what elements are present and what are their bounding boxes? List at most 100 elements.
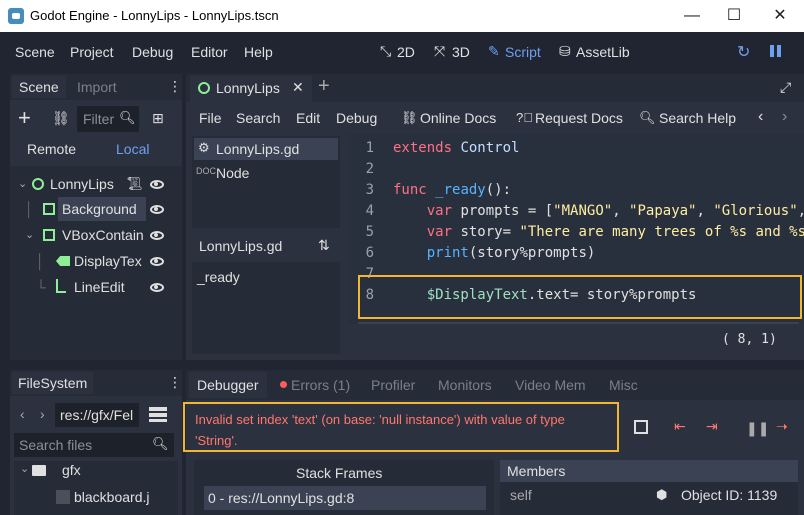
texturerect-icon [43, 203, 55, 215]
add-node-icon[interactable]: + [18, 106, 31, 130]
script-menu-search[interactable]: Search [236, 110, 280, 126]
tab-errors[interactable]: Errors (1) [291, 377, 350, 393]
maximize-button[interactable]: ☐ [722, 6, 746, 26]
request-docs-button[interactable]: Request Docs [535, 110, 623, 126]
stack-frames-header: Stack Frames [296, 465, 383, 481]
visibility-eye-icon[interactable] [150, 283, 164, 292]
cursor-position: ( 8, 1) [722, 332, 777, 347]
back-arrow-icon[interactable]: ‹ [20, 406, 25, 422]
assetlib-icon: ⛁ [559, 43, 571, 59]
stack-frame-row[interactable]: 0 - res://LonnyLips.gd:8 [204, 486, 486, 510]
break-icon[interactable]: ❚❚ [746, 420, 769, 437]
next-script-icon[interactable]: › [782, 108, 787, 126]
filter-placeholder: Filter [83, 111, 115, 127]
step-over-icon[interactable]: ⇥ [706, 418, 718, 435]
dock-menu-icon[interactable]: ⋮ [168, 374, 182, 391]
image-file-icon [56, 490, 70, 504]
member-value[interactable]: Object ID: 1139 [681, 487, 777, 503]
node-label: LonnyLips [50, 176, 114, 192]
tree-node-background[interactable]: │ Background [18, 197, 178, 221]
close-tab-icon[interactable]: ✕ [292, 79, 304, 96]
tab-profiler[interactable]: Profiler [371, 377, 415, 393]
path-input[interactable]: res://gfx/Fel [55, 403, 139, 427]
method-list-title: LonnyLips.gd [199, 238, 283, 254]
search-help-button[interactable]: Search Help [659, 110, 736, 126]
error-message: Invalid set index 'text' (on base: 'null… [195, 412, 565, 448]
scrollbar[interactable] [358, 322, 799, 324]
tab-monitors[interactable]: Monitors [438, 377, 492, 393]
sort-icon[interactable]: ⇅ [318, 237, 330, 254]
tab-filesystem[interactable]: FileSystem [12, 372, 94, 394]
distraction-free-icon[interactable]: ⤢ [780, 79, 791, 96]
forward-arrow-icon[interactable]: › [40, 406, 45, 422]
menu-help[interactable]: Help [244, 44, 273, 60]
node-label: LineEdit [74, 279, 125, 295]
workspace-assetlib[interactable]: AssetLib [576, 44, 630, 60]
minimize-button[interactable]: — [680, 6, 704, 26]
menu-project[interactable]: Project [70, 44, 114, 60]
godot-logo-icon [8, 8, 24, 24]
copy-error-icon[interactable] [634, 420, 648, 434]
node-label: DisplayTex [74, 253, 142, 269]
local-button[interactable]: Local [116, 141, 149, 157]
menu-scene[interactable]: Scene [15, 44, 55, 60]
filter-nodes-input[interactable]: Filter 🔍︎ [77, 106, 139, 132]
collapse-arrow-icon[interactable]: ⌄ [25, 223, 34, 247]
attach-script-icon[interactable]: ⊞ [152, 110, 164, 127]
script-list-item-node[interactable]: DOC Node [194, 162, 338, 184]
link-icon[interactable]: ⛓ [52, 110, 70, 127]
tab-scene[interactable]: Scene [12, 76, 66, 98]
script-tab-lonnylips[interactable]: LonnyLips ✕ [190, 76, 312, 102]
tree-node-displaytext[interactable]: │ DisplayTex [18, 249, 178, 273]
file-blackboard[interactable]: blackboard.j [74, 489, 150, 505]
script-attached-icon[interactable]: 📜︎ [126, 172, 143, 196]
menu-debug[interactable]: Debug [132, 44, 173, 60]
search-icon: 🔍︎ [152, 436, 169, 451]
tab-video-mem[interactable]: Video Mem [515, 377, 586, 393]
menu-editor[interactable]: Editor [191, 44, 228, 60]
tab-debugger[interactable]: Debugger [189, 372, 267, 398]
prev-script-icon[interactable]: ‹ [758, 108, 763, 126]
pause-icon[interactable] [768, 44, 784, 60]
visibility-eye-icon[interactable] [150, 180, 164, 189]
script-list-item-lonnylips[interactable]: ⚙ LonnyLips.gd [194, 138, 338, 160]
workspace-script[interactable]: Script [505, 44, 541, 60]
add-tab-button[interactable]: + [318, 75, 330, 98]
play-scene-icon[interactable]: ↻ [737, 42, 753, 61]
code-text: print(story%prompts) [426, 245, 596, 261]
close-button[interactable]: ✕ [768, 6, 792, 26]
search-files-placeholder: Search files [19, 437, 93, 453]
search-files-input[interactable]: Search files 🔍︎ [14, 433, 174, 457]
folder-gfx[interactable]: gfx [62, 462, 81, 478]
method-list-item[interactable]: _ready [197, 269, 240, 285]
window-titlebar: Godot Engine - LonnyLips - LonnyLips.tsc… [0, 0, 804, 32]
help-circle-icon: ?⃝ [516, 110, 533, 125]
workspace-2d[interactable]: 2D [397, 44, 415, 60]
tree-node-vboxcontainer[interactable]: ⌄ VBoxContain [18, 223, 178, 247]
online-docs-button[interactable]: Online Docs [420, 110, 496, 126]
members-header: Members [507, 463, 566, 479]
workspace-3d[interactable]: 3D [452, 44, 470, 60]
split-view-icon[interactable] [149, 405, 167, 423]
tab-misc[interactable]: Misc [609, 377, 638, 393]
script-menu-file[interactable]: File [199, 110, 222, 126]
collapse-arrow-icon[interactable]: ⌄ [20, 462, 29, 475]
visibility-eye-icon[interactable] [150, 257, 164, 266]
step-into-icon[interactable]: ⇤ [674, 418, 686, 435]
script-icon: ✎ [488, 43, 500, 59]
dock-menu-icon[interactable]: ⋮ [168, 78, 182, 95]
script-list-label: Node [216, 165, 250, 181]
visibility-eye-icon[interactable] [150, 231, 164, 240]
code-text: func _ready(): [393, 182, 512, 198]
doc-icon: DOC [196, 166, 216, 176]
tab-import[interactable]: Import [70, 76, 124, 98]
script-menu-debug[interactable]: Debug [336, 110, 377, 126]
tree-node-lineedit[interactable]: └ LineEdit [18, 275, 178, 299]
script-menu-edit[interactable]: Edit [296, 110, 320, 126]
visibility-eye-icon[interactable] [150, 205, 164, 214]
remote-button[interactable]: Remote [27, 141, 76, 157]
link-icon: ⛓ [401, 110, 418, 125]
collapse-arrow-icon[interactable]: ⌄ [18, 172, 27, 196]
continue-icon[interactable]: ➝ [776, 418, 788, 435]
tree-node-lonnylips[interactable]: ⌄ LonnyLips 📜︎ [18, 172, 178, 196]
